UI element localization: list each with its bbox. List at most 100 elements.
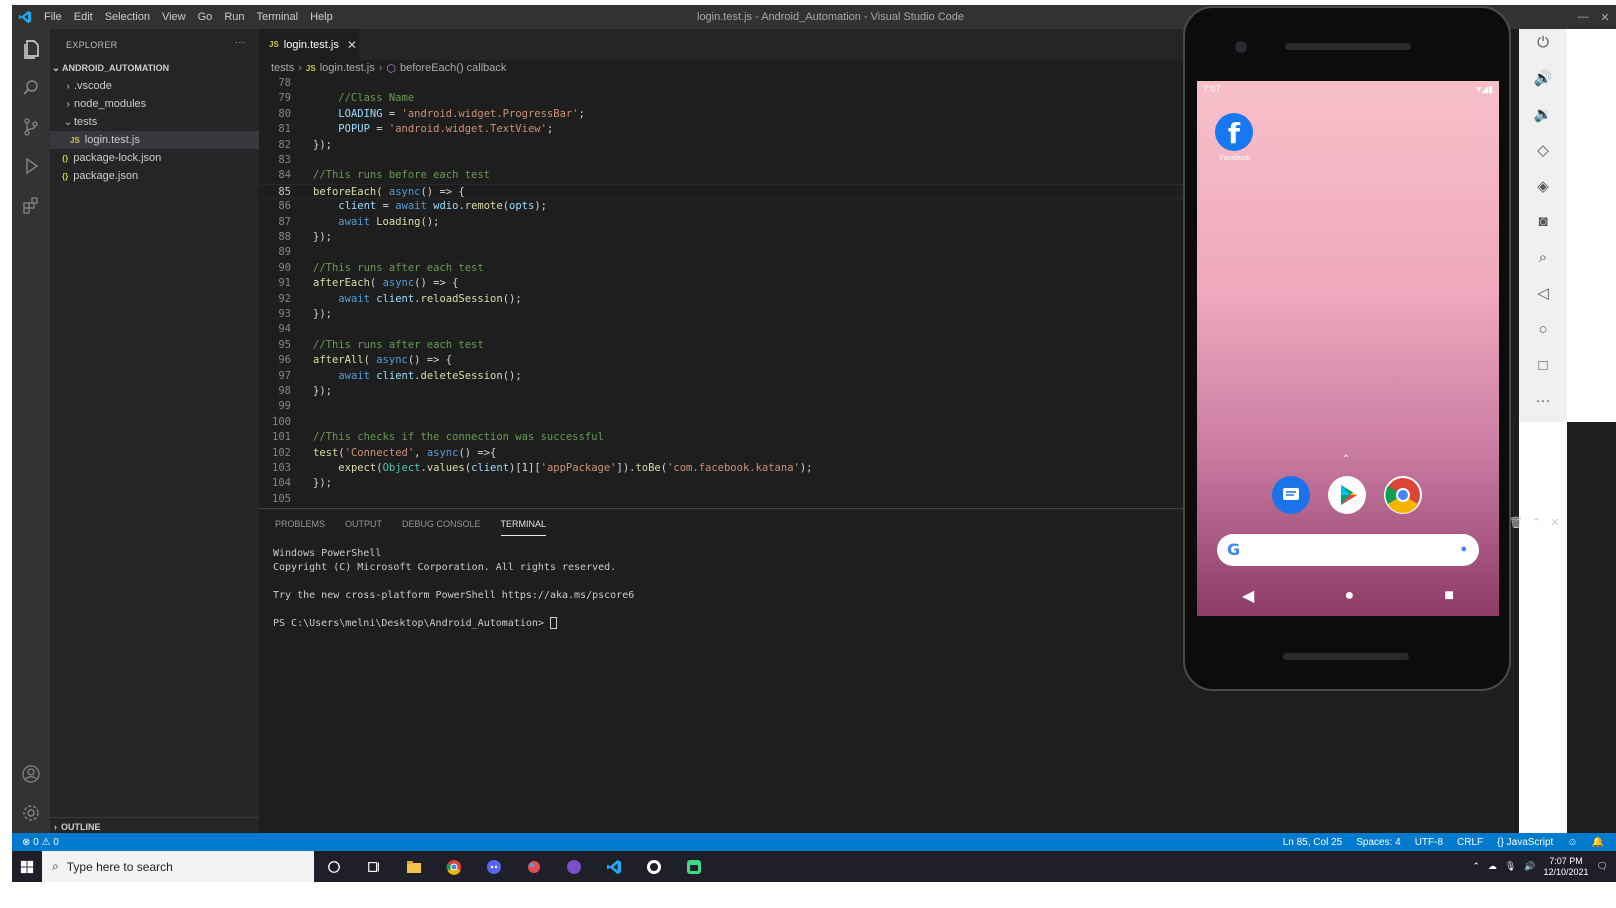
extensions-icon[interactable] [21, 195, 41, 215]
tree-item-package-json[interactable]: {} package.json [50, 167, 259, 185]
home-icon[interactable]: ○ [1533, 320, 1553, 340]
code-line[interactable]: 93}); [259, 307, 1184, 322]
code-line[interactable]: 88}); [259, 230, 1184, 245]
tree-item-node-modules[interactable]: › node_modules [50, 95, 259, 113]
more-actions-icon[interactable]: ··· [235, 37, 245, 47]
code-line[interactable]: 83 [259, 153, 1184, 168]
close-icon[interactable]: ✕ [1594, 11, 1616, 24]
encoding[interactable]: UTF-8 [1415, 837, 1443, 848]
code-line[interactable]: 87 await Loading(); [259, 215, 1184, 230]
tab-debug-console[interactable]: DEBUG CONSOLE [402, 513, 481, 535]
task-view-icon[interactable] [354, 851, 394, 882]
discord-icon[interactable] [474, 851, 514, 882]
code-line[interactable]: 96 afterAll( async() => { [259, 353, 1184, 368]
zoom-icon[interactable]: ⌕ [1533, 248, 1553, 268]
code-line[interactable]: 85 beforeEach( async() => { [259, 183, 1184, 200]
notification-icon[interactable]: 🗨 [1597, 861, 1608, 872]
search-icon[interactable] [21, 78, 41, 98]
breadcrumb-item[interactable]: beforeEach() callback [400, 62, 506, 74]
chevron-up-icon[interactable]: ⌃ [1532, 516, 1541, 529]
end-of-line[interactable]: CRLF [1457, 837, 1483, 848]
code-line[interactable]: 104}); [259, 476, 1184, 491]
code-line[interactable]: 89 [259, 245, 1184, 260]
manage-gear-icon[interactable] [21, 803, 41, 823]
menu-edit[interactable]: Edit [74, 11, 93, 23]
menu-view[interactable]: View [162, 11, 186, 23]
menu-help[interactable]: Help [310, 11, 333, 23]
assistant-icon[interactable]: ● [1460, 543, 1467, 555]
more-icon[interactable]: ··· [1533, 391, 1553, 411]
facebook-app[interactable]: f Facebook [1215, 113, 1255, 162]
workspace-root[interactable]: ⌄ ANDROID_AUTOMATION [50, 59, 259, 77]
android-studio-icon[interactable] [674, 851, 714, 882]
code-line[interactable]: 91 afterEach( async() => { [259, 276, 1184, 291]
menu-go[interactable]: Go [198, 11, 213, 23]
menu-selection[interactable]: Selection [105, 11, 150, 23]
explorer-icon[interactable] [21, 39, 41, 59]
app-icon[interactable] [554, 851, 594, 882]
mic-icon[interactable]: 🎙 [1505, 861, 1516, 872]
google-search-bar[interactable]: G ● [1217, 534, 1479, 566]
code-line[interactable]: 84 //This runs before each test [259, 168, 1184, 183]
code-line[interactable]: 79 //Class Name [259, 91, 1184, 106]
code-line[interactable]: 94 [259, 322, 1184, 337]
menu-run[interactable]: Run [224, 11, 244, 23]
tab-terminal[interactable]: TERMINAL [500, 513, 547, 536]
source-control-icon[interactable] [21, 117, 41, 137]
nav-back-icon[interactable]: ◀ [1242, 586, 1254, 606]
code-line[interactable]: 98}); [259, 384, 1184, 399]
breadcrumb-item[interactable]: tests [271, 62, 294, 74]
tree-item-tests[interactable]: ⌄ tests [50, 113, 259, 131]
back-icon[interactable]: ◁ [1533, 284, 1553, 304]
trash-icon[interactable]: 🗑 [1509, 516, 1523, 529]
nav-home-icon[interactable]: ● [1344, 587, 1354, 605]
code-line[interactable]: 99 [259, 399, 1184, 414]
terminal[interactable]: Windows PowerShell Copyright (C) Microso… [259, 539, 1184, 639]
code-editor[interactable]: 78 79 //Class Name 80 LOADING = 'android.w… [259, 76, 1184, 508]
tree-item-vscode[interactable]: › .vscode [50, 77, 259, 95]
code-line[interactable]: 105 [259, 492, 1184, 507]
menu-file[interactable]: File [44, 11, 62, 23]
volume-up-icon[interactable]: 🔊 [1533, 69, 1553, 89]
network-icon[interactable]: ☁ [1488, 861, 1497, 872]
code-line[interactable]: 92 await client.reloadSession(); [259, 292, 1184, 307]
code-line[interactable]: 95 //This runs after each test [259, 338, 1184, 353]
code-line[interactable]: 100 [259, 415, 1184, 430]
code-line[interactable]: 80 LOADING = 'android.widget.ProgressBar… [259, 107, 1184, 122]
cortana-icon[interactable] [314, 851, 354, 882]
feedback-icon[interactable]: ☺ [1567, 837, 1577, 848]
minimize-icon[interactable]: — [1572, 11, 1594, 23]
run-debug-icon[interactable] [21, 156, 41, 176]
accounts-icon[interactable] [21, 764, 41, 784]
code-line[interactable]: 82}); [259, 138, 1184, 153]
clock[interactable]: 7:07 PM 12/10/2021 [1544, 856, 1589, 878]
camera-icon[interactable]: ◙ [1533, 212, 1553, 232]
menu-terminal[interactable]: Terminal [257, 11, 299, 23]
file-explorer-icon[interactable] [394, 851, 434, 882]
cursor-position[interactable]: Ln 85, Col 25 [1283, 837, 1343, 848]
volume-down-icon[interactable]: 🔉 [1533, 105, 1553, 125]
paint-icon[interactable] [514, 851, 554, 882]
chrome-icon[interactable] [434, 851, 474, 882]
code-line[interactable]: 101 //This checks if the connection was s… [259, 430, 1184, 445]
tab-login-test-js[interactable]: JS login.test.js ✕ [259, 29, 359, 60]
overview-icon[interactable]: □ [1533, 356, 1553, 376]
close-tab-icon[interactable]: ✕ [347, 38, 357, 52]
code-line[interactable]: 90 //This runs after each test [259, 261, 1184, 276]
taskbar-search[interactable]: ⌕ Type here to search [42, 851, 314, 882]
problems-status[interactable]: ⊗ 0 ⚠ 0 [22, 837, 59, 848]
nav-recents-icon[interactable]: ■ [1444, 587, 1454, 605]
code-line[interactable]: 102 test('Connected', async() =>{ [259, 446, 1184, 461]
language-mode[interactable]: {} JavaScript [1497, 837, 1553, 848]
breadcrumb-item[interactable]: login.test.js [320, 62, 375, 74]
windows-start-icon[interactable] [12, 851, 42, 882]
phone-screen[interactable]: 7:07 ▾◢▮ f Facebook ⌃ G ● ◀ ● ■ [1197, 81, 1499, 616]
play-store-icon[interactable] [1328, 476, 1366, 514]
indentation[interactable]: Spaces: 4 [1356, 837, 1400, 848]
power-icon[interactable]: ⏻ [1533, 33, 1553, 53]
close-panel-icon[interactable]: ✕ [1550, 516, 1559, 529]
code-line[interactable]: 81 POPUP = 'android.widget.TextView'; [259, 122, 1184, 137]
code-line[interactable]: 78 [259, 76, 1184, 91]
volume-icon[interactable]: 🔊 [1524, 861, 1535, 872]
app2-icon[interactable] [634, 851, 674, 882]
